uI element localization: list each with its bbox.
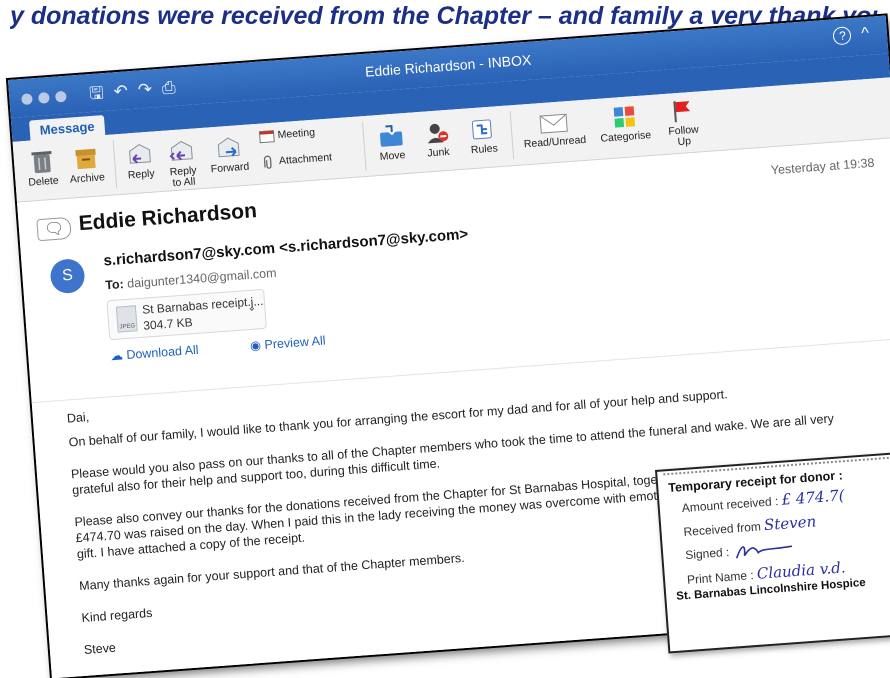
chevron-down-icon[interactable]: ⌄ [247, 300, 257, 314]
delete-button[interactable]: Delete [21, 148, 64, 189]
cloud-download-icon: ☁ [110, 348, 123, 363]
closing: Kind regards [81, 605, 153, 626]
reply-button[interactable]: Reply [119, 141, 162, 182]
envelope-icon [538, 111, 570, 135]
receipt-image: Temporary receipt for donor : Amount rec… [655, 451, 890, 654]
archive-box-icon [73, 146, 99, 172]
receipt-from-label: Received from [683, 519, 761, 539]
flag-icon [670, 98, 694, 124]
junk-button[interactable]: Junk [416, 119, 459, 160]
forward-label: Forward [210, 161, 249, 176]
attachment-name: St Barnabas receipt.j... [142, 294, 264, 317]
reply-all-button[interactable]: Reply to All [161, 138, 204, 190]
read-unread-label: Read/Unread [523, 134, 586, 151]
attachment-button[interactable]: Attachment [260, 149, 357, 170]
archive-button[interactable]: Archive [63, 145, 110, 186]
read-unread-button[interactable]: Read/Unread [518, 110, 590, 151]
eye-icon: ◉ [250, 338, 262, 353]
to-address[interactable]: daigunter1340@gmail.com [127, 266, 277, 291]
receipt-amount-label: Amount received : [681, 494, 778, 515]
junk-label: Junk [427, 146, 450, 160]
to-label: To: [105, 277, 124, 292]
ribbon-separator [113, 140, 118, 188]
receipt-signed-label: Signed : [685, 545, 730, 562]
receipt-amount-value: £ 474.7( [781, 486, 845, 509]
handwritten-signature [732, 537, 813, 563]
delete-label: Delete [28, 175, 59, 189]
junk-person-icon [423, 120, 451, 146]
preview-all-label: Preview All [264, 333, 326, 351]
attachment-type: JPEG [119, 323, 135, 330]
reply-all-icon [168, 139, 196, 165]
move-folder-icon [377, 123, 405, 149]
help-icon[interactable]: ? [833, 26, 852, 45]
rules-label: Rules [471, 142, 499, 156]
signature: Steve [83, 640, 116, 658]
trash-icon [30, 149, 54, 175]
collapse-ribbon-icon[interactable]: ^ [861, 25, 870, 43]
reply-icon [126, 142, 154, 168]
paperclip-icon [260, 155, 277, 170]
follow-up-label-2: Up [677, 135, 691, 148]
from-address[interactable]: s.richardson7@sky.com <s.richardson7@sky… [103, 226, 469, 270]
greeting: Dai, [66, 409, 89, 427]
preview-all-link[interactable]: ◉ Preview All [250, 332, 326, 352]
move-label: Move [379, 149, 405, 163]
attachment-size: 304.7 KB [143, 315, 193, 333]
download-all-link[interactable]: ☁ Download All [110, 342, 199, 363]
to-line: To: daigunter1340@gmail.com [105, 266, 277, 293]
receipt-print-label: Print Name : [687, 568, 755, 587]
reply-all-label-2: to All [172, 176, 196, 190]
message-date: Yesterday at 19:38 [770, 156, 875, 178]
rules-button[interactable]: Rules [462, 116, 505, 157]
move-button[interactable]: Move [370, 123, 413, 164]
forward-icon [215, 135, 243, 161]
sender-name: Eddie Richardson [78, 199, 258, 236]
meeting-label: Meeting [277, 126, 315, 141]
follow-up-button[interactable]: Follow Up [659, 97, 706, 149]
jpeg-file-icon: JPEG [116, 305, 138, 332]
receipt-from-row: Received from Steven [683, 512, 817, 540]
attachment-chip[interactable]: JPEG St Barnabas receipt.j... 304.7 KB ⌄ [106, 289, 267, 340]
categorise-button[interactable]: Categorise [592, 103, 659, 146]
meeting-button[interactable]: Meeting [258, 124, 339, 144]
attachment-label: Attachment [279, 151, 333, 167]
conversation-back-icon[interactable]: 🗨 [36, 217, 72, 241]
ribbon-separator [510, 111, 515, 159]
ribbon-separator [362, 122, 367, 170]
categorise-icon [612, 104, 638, 130]
archive-label: Archive [70, 171, 106, 186]
rules-icon [469, 116, 497, 142]
download-all-label: Download All [126, 343, 199, 362]
avatar: S [49, 258, 85, 294]
receipt-from-value: Steven [763, 512, 816, 534]
calendar-icon [258, 129, 275, 144]
title-bar-right: ?^ [833, 25, 870, 46]
forward-button[interactable]: Forward [205, 134, 254, 175]
reply-label: Reply [127, 168, 155, 182]
categorise-label: Categorise [600, 129, 652, 145]
